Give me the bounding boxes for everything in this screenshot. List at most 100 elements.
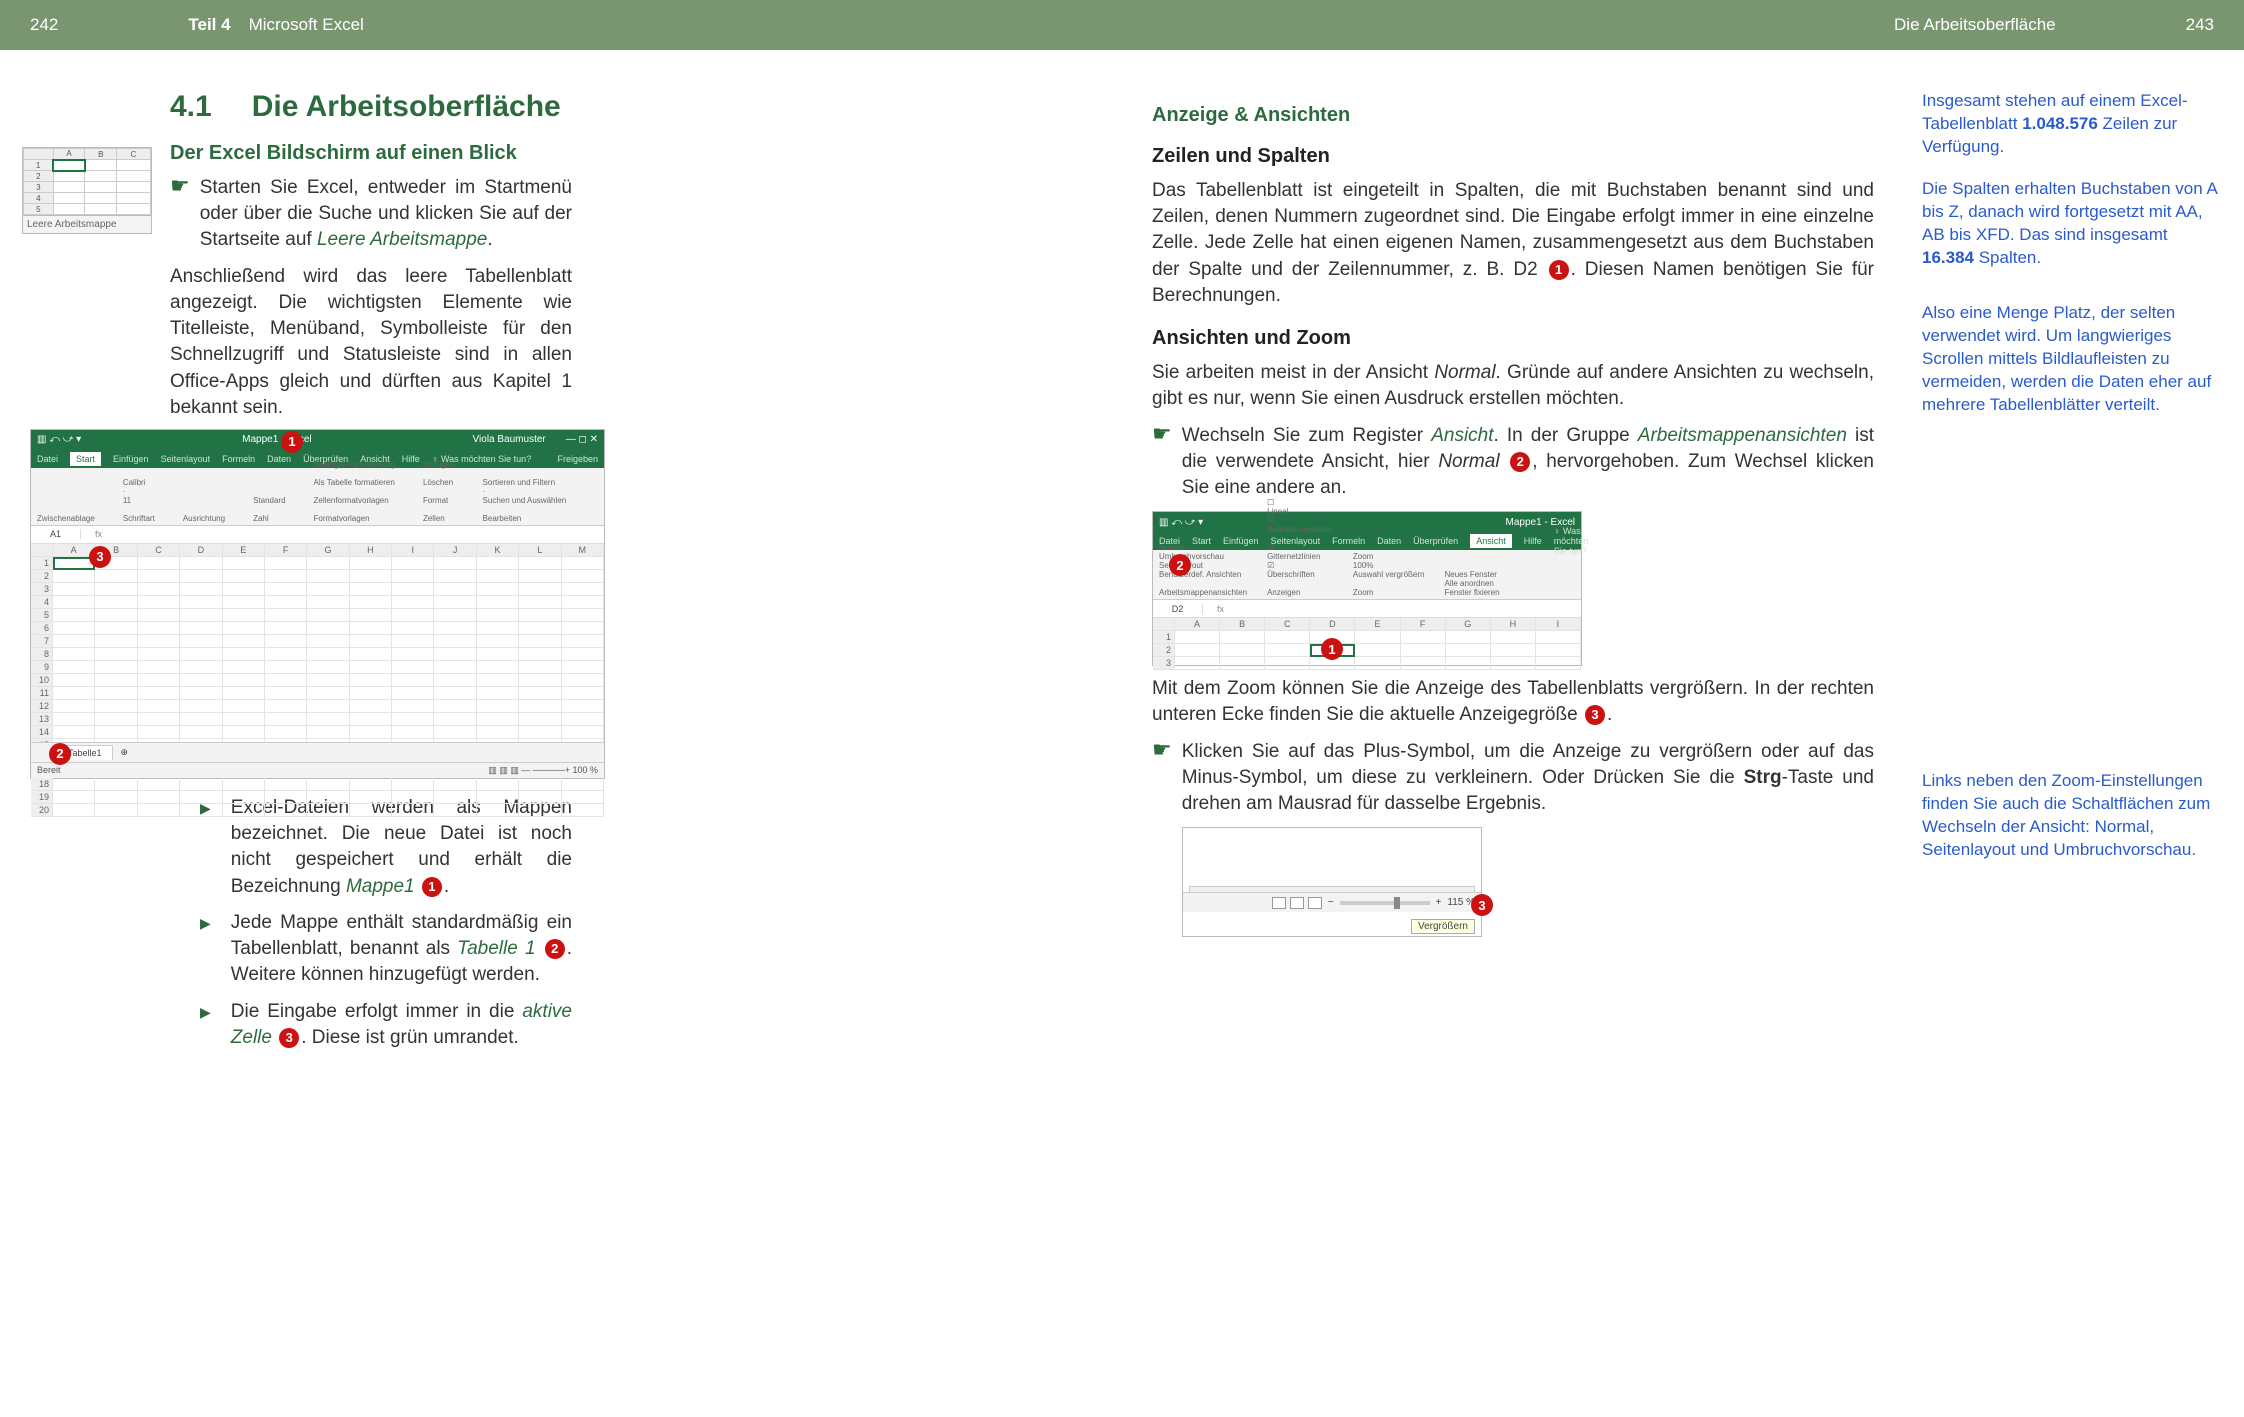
part-label: Teil 4 <box>188 15 230 35</box>
name-box: A1 <box>31 529 81 539</box>
tab: Hilfe <box>1524 536 1542 546</box>
pointing-hand-icon: ☛ <box>1152 739 1172 818</box>
callout-ref: 3 <box>279 1028 299 1048</box>
callout-ref: 3 <box>1585 705 1605 725</box>
ribbon-group: Calibri · 11Schriftart <box>123 478 155 523</box>
sub-heading: Der Excel Bildschirm auf einen Blick <box>170 142 572 165</box>
zoom-slider <box>1340 901 1430 905</box>
mini-col: B <box>85 149 117 160</box>
ribbon-groups: Normal Umbruchvorschau Seitenlayout Benu… <box>1153 550 1581 600</box>
content-left: ABC 1 2 3 4 5 Leere Arbeitsmappe 4.1Die … <box>0 50 1122 1417</box>
paragraph: Anschließend wird das leere Tabellenblat… <box>170 264 572 421</box>
tab: Überprüfen <box>1413 536 1458 546</box>
mini-caption: Leere Arbeitsmappe <box>22 216 152 234</box>
ribbon-group: Bedingte FormatierungAls Tabelle formati… <box>314 460 395 523</box>
status-bar: Bereit ▥ ▥ ▥ — ─────+ 100 % <box>31 762 604 778</box>
zoom-bar-screenshot: − + 115 % Vergrößern 3 <box>1182 827 1482 937</box>
instruction: ☛ Klicken Sie auf das Plus-Symbol, um di… <box>1152 739 1874 818</box>
add-sheet-icon: ⊕ <box>121 747 129 758</box>
zoom-plus-icon: + <box>1436 897 1442 908</box>
section-number: 4.1 <box>170 90 212 123</box>
name-box-row: A1 fx <box>31 526 604 544</box>
running-header-right: Die Arbeitsoberfläche 243 <box>1122 0 2244 50</box>
excel-titlebar: ▥ ⤺ ⤻ ▾ Mappe1 - Excel Viola Baumuster —… <box>31 430 604 450</box>
name-box: D2 <box>1153 604 1203 614</box>
instruction: ☛ Starten Sie Excel, entweder im Startme… <box>170 175 572 254</box>
ribbon-group: StandardZahl <box>253 496 285 523</box>
mini-row: 5 <box>24 204 54 215</box>
tooltip: Vergrößern <box>1411 919 1475 934</box>
tab: Formeln <box>1332 536 1365 546</box>
cell-grid: ABCDEFGHI123 <box>1153 618 1581 670</box>
tab: Daten <box>267 454 291 464</box>
pointing-hand-icon: ☛ <box>170 175 190 254</box>
margin-note: Links neben den Zoom-Einstellungen finde… <box>1922 770 2222 862</box>
ribbon-group: ☐ Lineal ☑ Bearbeitungsleiste ☑ Gitterne… <box>1267 498 1333 597</box>
mini-row: 2 <box>24 171 54 182</box>
book-spread: 2 4 2 Teil 4 Microsoft Excel ABC 1 2 3 4 5… <box>0 0 2244 1417</box>
qat-icons: ▥ ⤺ ⤻ ▾ <box>37 434 81 445</box>
bullet-item: ▶ Jede Mappe enthält standardmäßig ein T… <box>170 910 572 989</box>
instruction-text: Starten Sie Excel, entweder im Startmenü… <box>200 175 572 254</box>
view-switch-icons <box>1272 897 1322 909</box>
excel-user: Viola Baumuster <box>473 434 546 445</box>
mini-row: 4 <box>24 193 54 204</box>
sheet-tabs: Tabelle1 ⊕ <box>31 742 604 762</box>
tab: Formeln <box>222 454 255 464</box>
app-label: Microsoft Excel <box>249 15 364 35</box>
margin-note: Also eine Menge Platz, der selten verwen… <box>1922 302 2222 417</box>
section-heading: 4.1 Die Arbeitsoberfläche <box>170 90 572 124</box>
mini-row: 1 <box>24 160 54 171</box>
section-title: Die Arbeitsoberfläche <box>252 90 561 123</box>
tab-active: Ansicht <box>1470 534 1512 548</box>
ribbon-group: Ausrichtung <box>183 514 225 523</box>
tab: Hilfe <box>402 454 420 464</box>
chapter-title: Die Arbeitsoberfläche <box>1894 15 2056 35</box>
content-right: Insgesamt stehen auf einem Excel-Tabelle… <box>1122 50 2244 1417</box>
ribbon-group: Sortieren und Filtern · Suchen und Auswä… <box>483 478 567 523</box>
callout-3: 3 <box>1471 894 1493 916</box>
excel-screenshot-main: ▥ ⤺ ⤻ ▾ Mappe1 - Excel Viola Baumuster —… <box>30 429 605 779</box>
formula-bar: fx <box>1203 604 1224 614</box>
page-left: 2 4 2 Teil 4 Microsoft Excel ABC 1 2 3 4 5… <box>0 0 1122 1417</box>
callout-1: 1 <box>281 431 303 453</box>
section-subhead: Anzeige & Ansichten <box>1152 104 1874 127</box>
ribbon-group: Zwischenablage <box>37 514 95 523</box>
ribbon-group: Neues Fenster Alle anordnen Fenster fixi… <box>1444 570 1499 597</box>
mini-col: C <box>117 149 151 160</box>
window-controls-icon: — ◻ ✕ <box>566 434 598 445</box>
callout-ref: 1 <box>1549 260 1569 280</box>
excel-titlebar: ▥ ⤺ ⤻ ▾ Mappe1 - Excel <box>1153 512 1581 532</box>
status-text: Bereit <box>37 765 61 775</box>
margin-note: Insgesamt stehen auf einem Excel-Tabelle… <box>1922 90 2222 159</box>
callout-2: 2 <box>49 743 71 765</box>
tell-me: ♀ Was möchten Sie tun? <box>1554 526 1589 556</box>
formula-bar: fx <box>81 529 102 539</box>
ribbon-groups: Zwischenablage Calibri · 11Schriftart Au… <box>31 468 604 526</box>
page-number: 243 <box>2186 15 2214 35</box>
ribbon-group: Zoom 100% Auswahl vergrößern Zoom <box>1353 552 1425 597</box>
tab: Einfügen <box>113 454 149 464</box>
bullet-icon: ▶ <box>200 999 211 1051</box>
callout-ref: 2 <box>545 939 565 959</box>
excel-screenshot-view: ▥ ⤺ ⤻ ▾ Mappe1 - Excel Datei Start Einfü… <box>1152 511 1582 666</box>
tab: Datei <box>37 454 58 464</box>
paragraph: Sie arbeiten meist in der Ansicht Normal… <box>1152 360 1874 412</box>
tab: Seitenlayout <box>161 454 211 464</box>
zoom-minus-icon: − <box>1328 897 1334 908</box>
callout-ref: 2 <box>1510 452 1530 472</box>
excel-title: Mappe1 - Excel <box>81 434 472 445</box>
callout-ref: 1 <box>422 877 442 897</box>
callout-3: 3 <box>89 546 111 568</box>
link-leere-arbeitsmappe: Leere Arbeitsmappe <box>317 229 487 250</box>
status-bar: − + 115 % <box>1183 892 1481 912</box>
bullet-item: ▶ Die Eingabe erfolgt immer in die aktiv… <box>170 999 572 1051</box>
margin-note: Die Spalten erhalten Buchstaben von A bi… <box>1922 178 2222 270</box>
paragraph: Das Tabellenblatt ist eingeteilt in Spal… <box>1152 178 1874 309</box>
qat-icons: ▥ ⤺ ⤻ ▾ <box>1159 517 1203 528</box>
name-box-row: D2 fx <box>1153 600 1581 618</box>
share-button: Freigeben <box>557 454 598 464</box>
tab: Daten <box>1377 536 1401 546</box>
tab-active: Start <box>70 452 101 466</box>
instruction: ☛ Wechseln Sie zum Register Ansicht. In … <box>1152 423 1874 502</box>
